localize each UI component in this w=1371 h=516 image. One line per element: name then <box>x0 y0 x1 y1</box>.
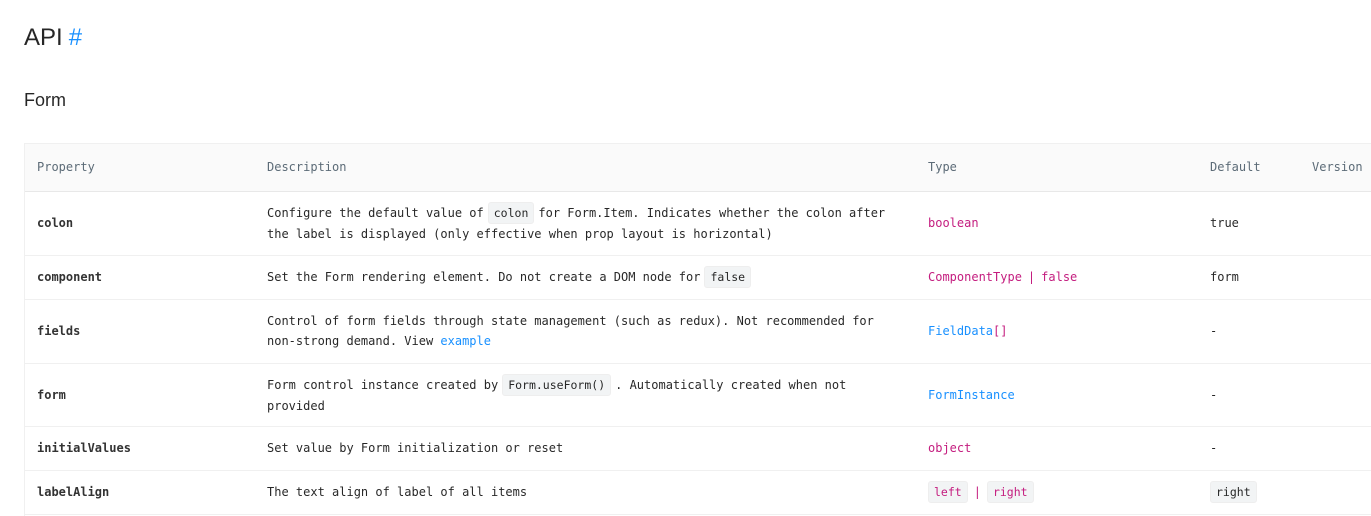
api-heading-text: API <box>24 24 63 51</box>
default-cell: true <box>1198 191 1300 256</box>
inline-code: right <box>1210 481 1257 503</box>
table-row: form Form control instance created by For… <box>25 363 1371 427</box>
property-cell: form <box>25 363 255 427</box>
type-cell: FieldData[] <box>916 299 1198 364</box>
inline-code: right <box>986 481 1034 503</box>
type-cell: object <box>916 426 1198 471</box>
inline-code: Form.useForm() <box>502 373 612 396</box>
description-text: Control of form fields through state man… <box>267 314 874 348</box>
default-cell: - <box>1198 363 1300 427</box>
table-row: colon Configure the default value of colo… <box>25 191 1371 256</box>
description-cell: Control of form fields through state man… <box>255 299 916 364</box>
type-suffix: [] <box>993 324 1008 338</box>
table-row: labelAlign The text align of label of al… <box>25 470 1371 515</box>
type-separator: | <box>973 485 981 499</box>
form-api-table: Property Description Type Default Versio… <box>24 143 1371 516</box>
version-cell <box>1300 299 1371 364</box>
inline-code: colon <box>487 202 535 224</box>
table-row: component Set the Form rendering element… <box>25 255 1371 300</box>
property-cell: colon <box>25 191 255 256</box>
api-heading: API # <box>24 22 82 54</box>
fielddata-type-link[interactable]: FieldData <box>928 324 993 338</box>
version-cell <box>1300 191 1371 256</box>
type-cell: FormInstance <box>916 363 1198 427</box>
description-cell: Configure the default value of colon for F… <box>255 191 916 256</box>
type-cell: boolean <box>916 191 1198 256</box>
header-default: Default <box>1198 144 1300 192</box>
form-section-title: Form <box>24 90 66 110</box>
inline-code: false <box>704 266 752 288</box>
type-cell: left | right <box>916 470 1198 515</box>
description-cell: Form control instance created by Form.use… <box>255 363 916 427</box>
type-text: boolean <box>928 216 979 230</box>
header-property: Property <box>25 144 255 192</box>
version-cell <box>1300 255 1371 300</box>
default-cell: - <box>1198 426 1300 471</box>
description-text: Configure the default value of <box>267 206 484 220</box>
type-text: false <box>1041 270 1078 284</box>
version-cell <box>1300 426 1371 471</box>
description-cell: The text align of label of all items <box>255 470 916 515</box>
property-cell: initialValues <box>25 426 255 471</box>
type-separator: | <box>1027 270 1036 284</box>
property-cell: labelAlign <box>25 470 255 515</box>
table-header-row: Property Description Type Default Versio… <box>25 144 1371 192</box>
api-doc-page: API # Form Property Description Type Defa… <box>0 0 1371 516</box>
description-cell: Set value by Form initialization or rese… <box>255 426 916 471</box>
description-cell: Set the Form rendering element. Do not c… <box>255 255 916 300</box>
type-text: object <box>928 441 972 455</box>
default-cell: - <box>1198 299 1300 364</box>
property-cell: component <box>25 255 255 300</box>
forminstance-type-link[interactable]: FormInstance <box>928 388 1015 402</box>
description-text: Set the Form rendering element. Do not c… <box>267 270 701 284</box>
type-cell: ComponentType | false <box>916 255 1198 300</box>
example-link[interactable]: example <box>440 334 491 348</box>
header-description: Description <box>255 144 916 192</box>
type-text: ComponentType <box>928 270 1022 284</box>
header-type: Type <box>916 144 1198 192</box>
default-cell: right <box>1198 470 1300 515</box>
version-cell <box>1300 470 1371 515</box>
version-cell <box>1300 363 1371 427</box>
description-text: Form control instance created by <box>267 377 499 392</box>
table-row: fields Control of form fields through st… <box>25 299 1371 364</box>
inline-code: left <box>928 481 968 503</box>
default-cell: form <box>1198 255 1300 300</box>
table-row: initialValues Set value by Form initiali… <box>25 426 1371 471</box>
header-version: Version <box>1300 144 1371 192</box>
property-cell: fields <box>25 299 255 364</box>
api-heading-anchor-link[interactable]: # <box>69 24 82 51</box>
